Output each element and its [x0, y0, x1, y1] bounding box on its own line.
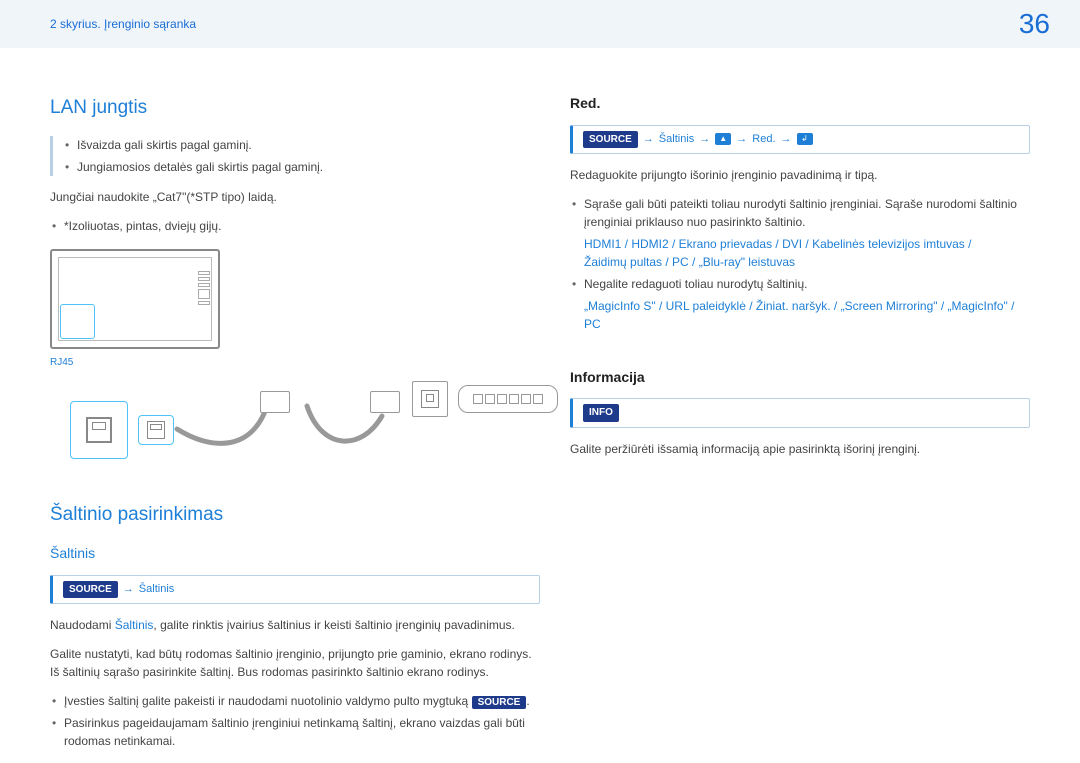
edit-path-box: SOURCE → Šaltinis → ▲ → Red. → ↲ [570, 125, 1030, 155]
bullet-item: Sąraše gali būti pateikti toliau nurodyt… [570, 195, 1030, 271]
rj45-plug-small [138, 415, 174, 445]
info-path-box: INFO [570, 398, 1030, 428]
right-column: Red. SOURCE → Šaltinis → ▲ → Red. → ↲ Re… [570, 93, 1030, 760]
left-column: LAN jungtis Išvaizda gali skirtis pagal … [50, 93, 540, 760]
path-source: Šaltinis [659, 131, 694, 148]
paragraph: Redaguokite prijungto išorinio įrenginio… [570, 166, 1030, 185]
source-badge-inline: SOURCE [472, 696, 527, 709]
router-icon [458, 385, 558, 413]
cable-instruction: Jungčiai naudokite „Cat7"(*STP tipo) lai… [50, 188, 540, 207]
bullet-item: Įvesties šaltinį galite pakeisti ir naud… [50, 692, 540, 710]
cable-plug-icon [370, 391, 400, 413]
lan-port-highlight [60, 304, 95, 339]
arrow-icon: → [643, 131, 654, 148]
heading-source-selection: Šaltinio pasirinkimas [50, 500, 540, 529]
page-number: 36 [1019, 8, 1050, 40]
source-badge: SOURCE [583, 131, 638, 149]
cable-plug-icon [260, 391, 290, 413]
page-header: 2 skyrius. Įrenginio sąranka 36 [0, 0, 1080, 48]
note-item: Jungiamosios detalės gali skirtis pagal … [63, 158, 540, 176]
path-source: Šaltinis [139, 581, 174, 598]
source-list: Žaidimų pultas / PC / „Blu-ray" leistuva… [584, 253, 1030, 271]
path-edit: Red. [752, 131, 775, 148]
enter-icon: ↲ [797, 133, 813, 145]
source-path-box: SOURCE → Šaltinis [50, 575, 540, 605]
noedit-list: „MagicInfo S" / URL paleidyklė / Žiniat.… [584, 297, 1030, 333]
paragraph: Galite nustatyti, kad būtų rodomas šalti… [50, 645, 540, 682]
breadcrumb: 2 skyrius. Įrenginio sąranka [50, 17, 196, 31]
note-box: Išvaizda gali skirtis pagal gaminį. Jung… [50, 136, 540, 176]
device-back-illustration [50, 249, 220, 349]
bullet-item: Pasirinkus pageidaujamam šaltinio įrengi… [50, 714, 540, 750]
bullet-item: Negalite redaguoti toliau nurodytų šalti… [570, 275, 1030, 333]
source-badge: SOURCE [63, 581, 118, 599]
heading-lan: LAN jungtis [50, 93, 540, 122]
arrow-icon: → [781, 131, 792, 148]
up-icon: ▲ [715, 133, 731, 145]
arrow-icon: → [123, 581, 134, 598]
page-content: LAN jungtis Išvaizda gali skirtis pagal … [0, 48, 1080, 760]
figure-lan-diagram: RJ45 [50, 249, 540, 476]
info-badge: INFO [583, 404, 619, 422]
paragraph: Galite peržiūrėti išsamią informaciją ap… [570, 440, 1030, 459]
rj45-plug-large [70, 401, 128, 459]
note-item: Išvaizda gali skirtis pagal gaminį. [63, 136, 540, 154]
rj45-label: RJ45 [50, 355, 270, 371]
arrow-icon: → [736, 131, 747, 148]
wall-jack-icon [412, 381, 448, 417]
cable-note: *Izoliuotas, pintas, dviejų gijų. [50, 217, 540, 235]
heading-edit: Red. [570, 93, 1030, 115]
heading-source: Šaltinis [50, 543, 540, 565]
source-list: HDMI1 / HDMI2 / Ekrano prievadas / DVI /… [584, 235, 1030, 253]
paragraph: Naudodami Šaltinis, galite rinktis įvair… [50, 616, 540, 635]
arrow-icon: → [699, 131, 710, 148]
heading-information: Informacija [570, 367, 1030, 389]
